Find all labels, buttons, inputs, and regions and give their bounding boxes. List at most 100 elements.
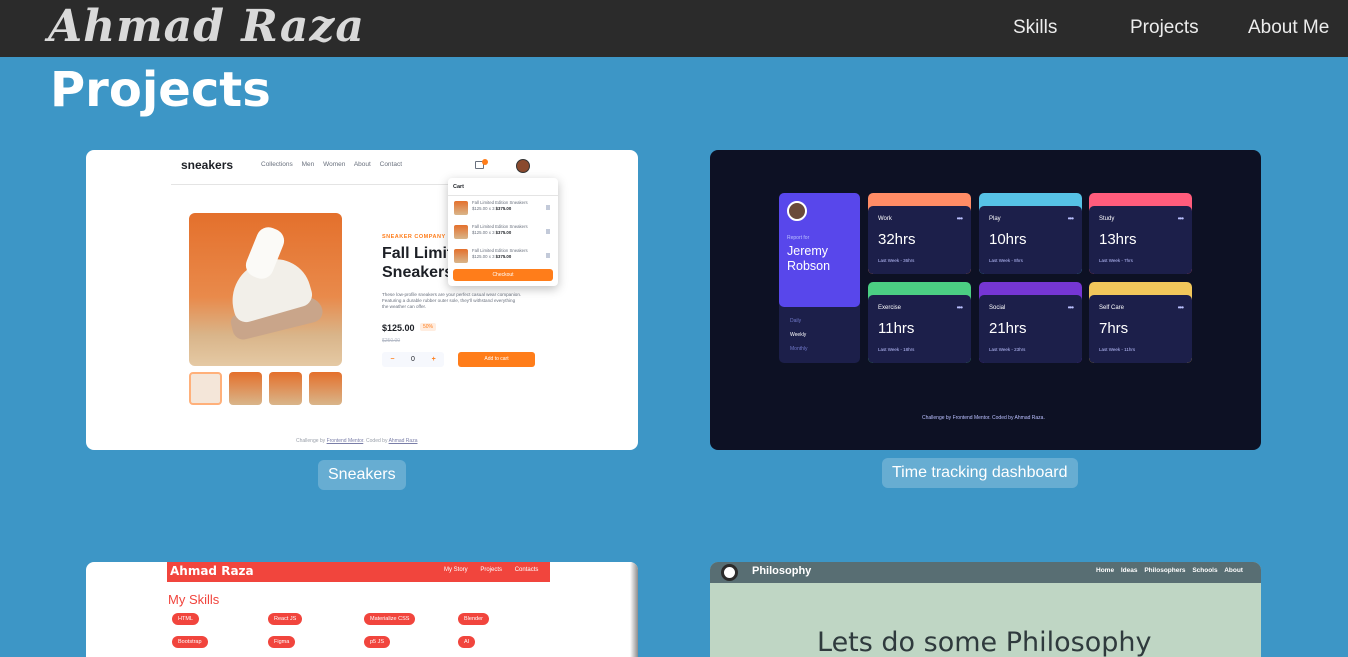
skill-chip: React JS — [268, 613, 303, 625]
skill-chip: HTML — [172, 613, 199, 625]
skills-site-brand: Ahmad Raza — [170, 564, 254, 578]
cart-item-thumbnail — [454, 201, 468, 215]
card-body: Study ••• 13hrs Last Week - 7hrs — [1089, 206, 1192, 274]
philosophy-nav-item: Home — [1096, 567, 1115, 574]
card-body: Play ••• 10hrs Last Week - 8hrs — [979, 206, 1082, 274]
profile-card-header: Report for Jeremy Robson — [779, 193, 860, 307]
cart-title: Cart — [453, 184, 465, 190]
card-body: Social ••• 21hrs Last Week - 23hrs — [979, 295, 1082, 363]
profile-name: Jeremy Robson — [787, 244, 857, 274]
product-thumbnail — [309, 372, 342, 405]
product-description: These low-profile sneakers are your perf… — [382, 292, 522, 309]
timeframe-monthly: Monthly — [790, 346, 808, 352]
product-thumbnail — [189, 372, 222, 405]
product-price: $125.00 — [382, 323, 415, 333]
activity-card-social: Social ••• 21hrs Last Week - 23hrs — [979, 282, 1082, 363]
cart-item-price: $125.00 x 3 — [472, 254, 495, 259]
preview-footer: Challenge by Frontend Mentor. Coded by A… — [922, 415, 1045, 421]
activity-hours: 11hrs — [878, 320, 915, 337]
cart-item-total: $375.00 — [495, 254, 512, 259]
old-price: $250.00 — [382, 338, 401, 344]
skills-site-nav-item: My Story — [444, 567, 468, 573]
company-label: SNEAKER COMPANY — [382, 234, 446, 240]
philosophy-nav: Home Ideas Philosophers Schools About — [1096, 567, 1248, 574]
philosophy-nav-item: Schools — [1192, 567, 1218, 574]
profile-name-line: Robson — [787, 259, 831, 273]
activity-label: Play — [989, 216, 1001, 222]
cart-item-total: $375.00 — [495, 206, 512, 211]
activity-previous: Last Week - 11hrs — [1099, 347, 1136, 352]
checkout-button: Checkout — [453, 269, 553, 281]
philosophy-logo-icon — [721, 564, 738, 581]
timeframe-daily: Daily — [790, 318, 802, 324]
philosophy-title: Philosophy — [752, 565, 812, 577]
sneaker-product-image — [189, 213, 342, 366]
nav-link-about-me[interactable]: About Me — [1248, 0, 1329, 57]
cart-item-text: Fall Limited Edition Sneakers $125.00 x 3… — [472, 248, 528, 260]
nav-link-projects[interactable]: Projects — [1130, 0, 1199, 57]
avatar — [787, 201, 807, 221]
footer-text: Challenge by — [296, 438, 326, 444]
activity-previous: Last Week - 23hrs — [989, 347, 1026, 352]
divider — [448, 195, 558, 196]
scrollbar-shadow — [630, 562, 638, 657]
project-caption-time-tracking[interactable]: Time tracking dashboard — [882, 458, 1078, 488]
skill-chip: Bootstrap — [172, 636, 208, 648]
activity-label: Self Care — [1099, 305, 1125, 311]
activity-card-exercise: Exercise ••• 11hrs Last Week - 18hrs — [868, 282, 971, 363]
skill-chip: Blender — [458, 613, 489, 625]
cart-item-total: $375.00 — [495, 230, 512, 235]
project-caption-sneakers[interactable]: Sneakers — [318, 460, 406, 490]
activity-previous: Last Week - 8hrs — [989, 258, 1023, 263]
ellipsis-icon: ••• — [1067, 214, 1074, 223]
activity-label: Social — [989, 305, 1006, 311]
project-card-time-tracking[interactable]: Report for Jeremy Robson Daily Weekly Mon… — [710, 150, 1261, 450]
cart-item-text: Fall Limited Edition Sneakers $125.00 x 3… — [472, 200, 528, 212]
cart-item-price: $125.00 x 3 — [472, 230, 495, 235]
cart-badge — [482, 159, 488, 165]
project-card-skills-site[interactable]: Ahmad Raza My Story Projects Contacts My… — [86, 562, 638, 657]
profile-card: Report for Jeremy Robson Daily Weekly Mon… — [779, 193, 860, 363]
sneakers-logo: sneakers — [181, 158, 234, 172]
sneakers-nav-item: Collections — [261, 161, 293, 168]
activity-card-study: Study ••• 13hrs Last Week - 7hrs — [1089, 193, 1192, 274]
cart-item-price: $125.00 x 3 — [472, 206, 495, 211]
activity-card-play: Play ••• 10hrs Last Week - 8hrs — [979, 193, 1082, 274]
sneakers-nav: Collections Men Women About Contact — [261, 161, 409, 168]
sneakers-nav-item: Women — [323, 161, 346, 168]
skill-chip: Figma — [268, 636, 296, 648]
timeframe-weekly: Weekly — [790, 332, 807, 338]
product-title-line: Sneakers — [382, 264, 454, 281]
profile-name-line: Jeremy — [787, 244, 828, 258]
quantity-value: 0 — [411, 356, 415, 363]
sneakers-nav-item: Men — [301, 161, 315, 168]
skill-chip: Materialize CSS — [364, 613, 416, 625]
activity-card-work: Work ••• 32hrs Last Week - 36hrs — [868, 193, 971, 274]
trash-icon — [546, 205, 550, 210]
product-title-line: Fall Limit — [382, 245, 453, 262]
product-thumbnail — [229, 372, 262, 405]
card-body: Self Care ••• 7hrs Last Week - 11hrs — [1089, 295, 1192, 363]
project-card-sneakers[interactable]: sneakers Collections Men Women About Con… — [86, 150, 638, 450]
cart-item-name: Fall Limited Edition Sneakers — [472, 224, 528, 229]
skills-site-nav: My Story Projects Contacts — [444, 567, 549, 573]
card-body: Exercise ••• 11hrs Last Week - 18hrs — [868, 295, 971, 363]
cart-item-name: Fall Limited Edition Sneakers — [472, 200, 528, 205]
activity-hours: 32hrs — [878, 231, 916, 248]
nav-link-skills[interactable]: Skills — [1013, 0, 1057, 57]
activity-hours: 10hrs — [989, 231, 1027, 248]
project-card-philosophy[interactable]: Philosophy Home Ideas Philosophers Schoo… — [710, 562, 1261, 657]
ellipsis-icon: ••• — [956, 214, 963, 223]
skills-site-nav-item: Projects — [480, 567, 503, 573]
activity-card-self-care: Self Care ••• 7hrs Last Week - 11hrs — [1089, 282, 1192, 363]
site-brand[interactable]: Ahmad Raza — [48, 0, 365, 57]
skill-chip: AI — [458, 636, 476, 648]
skills-title: My Skills — [168, 592, 220, 607]
add-to-cart-button: Add to cart — [458, 352, 535, 367]
card-body: Work ••• 32hrs Last Week - 36hrs — [868, 206, 971, 274]
plus-icon: + — [431, 356, 436, 363]
activity-label: Work — [878, 216, 892, 222]
sneakers-nav-item: About — [353, 161, 371, 168]
philosophy-headline: Lets do some Philosophy — [817, 627, 1152, 657]
philosophy-nav-item: Philosophers — [1144, 567, 1186, 574]
